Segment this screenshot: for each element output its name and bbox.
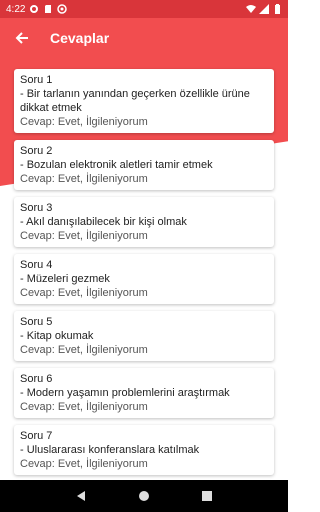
question-number: Soru 4 (20, 259, 53, 271)
question-text: - Uluslararası konferanslara katılmak (20, 444, 200, 456)
question-text: - Müzeleri gezmek (20, 273, 110, 285)
answer-text: Cevap: Evet, İlgileniyorum (20, 287, 148, 299)
question-number: Soru 5 (20, 316, 53, 328)
question-number: Soru 2 (20, 145, 53, 157)
answer-card-1[interactable]: Soru 1 - Bir tarlanın yanından geçerken … (14, 69, 274, 133)
answer-card-2[interactable]: Soru 2 - Bozulan elektronik aletleri tam… (14, 140, 274, 190)
battery-icon (272, 4, 282, 14)
answer-text: Cevap: Evet, İlgileniyorum (20, 458, 148, 470)
wifi-icon (246, 4, 256, 14)
question-number: Soru 1 (20, 74, 53, 86)
question-text: - Modern yaşamın problemlerini araştırma… (20, 387, 230, 399)
answer-text: Cevap: Evet, İlgileniyorum (20, 401, 148, 413)
signal-icon (259, 4, 269, 14)
sd-card-icon (43, 4, 53, 14)
system-nav-bar (0, 480, 288, 512)
app-bar: Cevaplar (0, 18, 288, 58)
question-number: Soru 6 (20, 373, 53, 385)
nav-home-icon[interactable] (137, 489, 151, 503)
nav-back-icon[interactable] (74, 489, 88, 503)
nav-recents-icon[interactable] (200, 489, 214, 503)
settings-icon (29, 4, 39, 14)
answer-text: Cevap: Evet, İlgileniyorum (20, 173, 148, 185)
back-arrow-icon[interactable] (12, 28, 32, 48)
answer-card-7[interactable]: Soru 7 - Uluslararası konferanslara katı… (14, 425, 274, 475)
sync-icon (57, 4, 68, 14)
answer-card-6[interactable]: Soru 6 - Modern yaşamın problemlerini ar… (14, 368, 274, 418)
answer-text: Cevap: Evet, İlgileniyorum (20, 344, 148, 356)
question-text: - Akıl danışılabilecek bir kişi olmak (20, 216, 187, 228)
status-time: 4:22 (6, 3, 26, 15)
page-title: Cevaplar (50, 30, 110, 46)
answer-card-4[interactable]: Soru 4 - Müzeleri gezmek Cevap: Evet, İl… (14, 254, 274, 304)
question-text: - Kitap okumak (20, 330, 94, 342)
answer-card-5[interactable]: Soru 5 - Kitap okumak Cevap: Evet, İlgil… (14, 311, 274, 361)
answer-text: Cevap: Evet, İlgileniyorum (20, 116, 148, 128)
answer-card-3[interactable]: Soru 3 - Akıl danışılabilecek bir kişi o… (14, 197, 274, 247)
question-number: Soru 7 (20, 430, 53, 442)
question-number: Soru 3 (20, 202, 53, 214)
question-text: - Bir tarlanın yanından geçerken özellik… (20, 88, 250, 114)
answers-list[interactable]: Soru 1 - Bir tarlanın yanından geçerken … (0, 58, 288, 480)
question-text: - Bozulan elektronik aletleri tamir etme… (20, 159, 213, 171)
status-bar: 4:22 (0, 0, 288, 18)
answer-text: Cevap: Evet, İlgileniyorum (20, 230, 148, 242)
